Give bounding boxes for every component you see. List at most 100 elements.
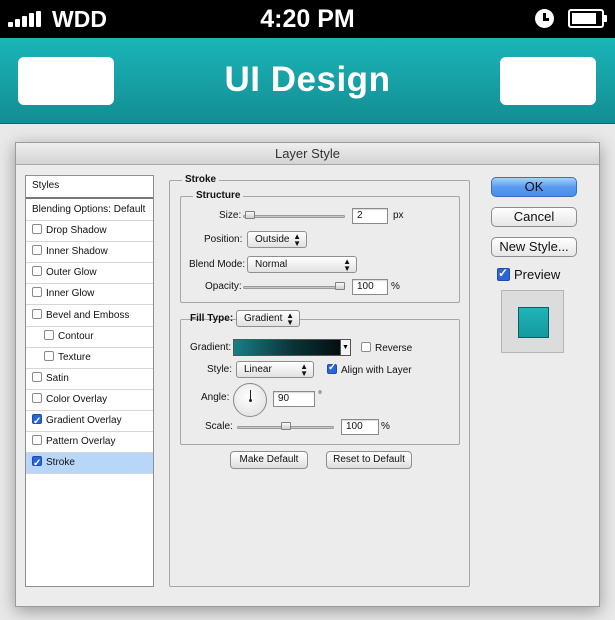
gradient-picker[interactable] — [233, 339, 341, 356]
style-checkbox[interactable] — [32, 287, 42, 298]
style-item-label: Bevel and Emboss — [46, 309, 130, 321]
size-label: Size: — [219, 210, 242, 221]
style-checkbox[interactable] — [32, 266, 42, 277]
style-item-bevel-and-emboss[interactable]: Bevel and Emboss — [26, 306, 153, 327]
dialog-title: Layer Style — [16, 143, 599, 165]
angle-input[interactable]: 90 — [273, 391, 315, 407]
opacity-slider[interactable] — [243, 286, 345, 289]
battery-tip — [604, 15, 607, 22]
style-preview — [501, 290, 564, 353]
angle-dial[interactable] — [233, 383, 267, 417]
style-item-label: Texture — [58, 351, 91, 363]
style-checkbox[interactable] — [32, 412, 42, 432]
reverse-checkbox-row[interactable]: Reverse — [361, 342, 412, 354]
gradient-dropdown-icon[interactable]: ▼ — [341, 339, 351, 356]
size-slider[interactable] — [243, 215, 345, 218]
style-value: Linear — [244, 364, 272, 375]
structure-group: Structure Size: 2 px Position: Outside ▲… — [180, 190, 460, 303]
blending-options-item[interactable]: Blending Options: Default — [26, 200, 153, 221]
style-item-label: Gradient Overlay — [46, 415, 122, 426]
style-item-inner-shadow[interactable]: Inner Shadow — [26, 242, 153, 264]
styles-list: Styles Blending Options: Default Drop Shad… — [25, 175, 154, 587]
style-item-label: Inner Shadow — [46, 246, 108, 258]
style-item-color-overlay[interactable]: Color Overlay — [26, 390, 153, 411]
status-time: 4:20 PM — [260, 5, 355, 33]
style-item-inner-glow[interactable]: Inner Glow — [26, 284, 153, 306]
preview-swatch — [518, 307, 549, 338]
select-arrows-icon: ▲ ▼ — [293, 232, 301, 248]
style-checkbox[interactable] — [32, 392, 42, 403]
style-item-label: Outer Glow — [46, 267, 97, 279]
style-item-label: Styles — [32, 180, 60, 191]
new-style-button[interactable]: New Style... — [491, 237, 577, 257]
style-item-texture[interactable]: Texture — [26, 348, 153, 369]
blend-mode-select[interactable]: Normal ▲ ▼ — [247, 256, 357, 273]
stroke-section: Stroke Structure Size: 2 px Position: Ou… — [169, 174, 470, 587]
scale-unit: % — [381, 421, 390, 432]
scale-slider-thumb[interactable] — [280, 422, 291, 430]
style-item-label: Pattern Overlay — [46, 436, 116, 448]
fill-group: Fill Type: Gradient ▲ ▼ Gradient: ▼ Rever… — [180, 310, 460, 445]
preview-label: Preview — [514, 267, 561, 282]
layer-style-dialog: Layer Style Styles Blending Options: Defa… — [15, 142, 600, 607]
style-item-label: Blending Options: Default — [32, 204, 146, 215]
style-checkbox[interactable] — [32, 371, 42, 382]
style-checkbox[interactable] — [32, 224, 42, 235]
fill-type-label: Fill Type: — [190, 313, 234, 324]
style-label: Style: — [207, 364, 233, 375]
style-checkbox[interactable] — [44, 350, 54, 361]
style-item-satin[interactable]: Satin — [26, 369, 153, 390]
angle-unit: ° — [318, 390, 322, 401]
gradient-label: Gradient: — [190, 342, 232, 353]
preview-checkbox[interactable] — [497, 266, 510, 281]
stroke-section-title: Stroke — [182, 174, 220, 185]
select-arrows-icon: ▲ ▼ — [343, 257, 351, 273]
ok-button[interactable]: OK — [491, 177, 577, 197]
style-item-label: Color Overlay — [46, 393, 108, 405]
style-checkbox[interactable] — [32, 435, 42, 446]
style-checkbox[interactable] — [32, 245, 42, 256]
select-arrows-icon: ▲ ▼ — [300, 362, 308, 378]
position-select[interactable]: Outside ▲ ▼ — [247, 231, 307, 248]
structure-title: Structure — [193, 190, 244, 201]
style-item-pattern-overlay[interactable]: Pattern Overlay — [26, 432, 153, 454]
scale-input[interactable]: 100 — [341, 419, 379, 435]
style-item-label: Satin — [46, 372, 69, 384]
align-checkbox-row[interactable]: Align with Layer — [327, 362, 412, 376]
style-select[interactable]: Linear ▲ ▼ — [236, 361, 314, 378]
scale-label: Scale: — [205, 421, 233, 432]
fill-type-value: Gradient — [244, 313, 283, 324]
position-label: Position: — [204, 234, 243, 245]
style-checkbox[interactable] — [32, 454, 42, 474]
opacity-slider-thumb[interactable] — [335, 282, 345, 290]
style-item-gradient-overlay[interactable]: Gradient Overlay — [26, 411, 153, 432]
reset-to-default-button[interactable]: Reset to Default — [326, 451, 412, 469]
opacity-unit: % — [391, 281, 400, 292]
size-input[interactable]: 2 — [352, 208, 388, 224]
cancel-button[interactable]: Cancel — [491, 207, 577, 227]
size-slider-thumb[interactable] — [244, 211, 255, 219]
align-label: Align with Layer — [341, 365, 412, 376]
header-right-button[interactable] — [500, 57, 596, 105]
make-default-button[interactable]: Make Default — [230, 451, 308, 469]
style-checkbox[interactable] — [32, 308, 42, 319]
style-item-outer-glow[interactable]: Outer Glow — [26, 263, 153, 285]
style-item-label: Stroke — [46, 457, 75, 469]
reverse-checkbox[interactable] — [361, 342, 371, 352]
blend-mode-value: Normal — [255, 259, 288, 270]
reverse-label: Reverse — [375, 343, 413, 354]
battery-icon — [568, 9, 604, 28]
opacity-input[interactable]: 100 — [352, 279, 388, 295]
position-value: Outside — [255, 234, 290, 245]
select-arrows-icon: ▲ ▼ — [286, 311, 294, 327]
style-item-contour[interactable]: Contour — [26, 327, 153, 348]
blend-mode-label: Blend Mode: — [189, 259, 246, 270]
style-item-stroke[interactable]: Stroke — [26, 453, 153, 475]
style-checkbox[interactable] — [44, 329, 54, 340]
fill-type-select[interactable]: Gradient ▲ ▼ — [236, 310, 300, 327]
align-with-layer-checkbox[interactable] — [327, 362, 337, 374]
styles-header: Styles — [26, 176, 153, 199]
status-bar: WDD 4:20 PM — [0, 0, 615, 38]
preview-checkbox-row[interactable]: Preview — [497, 266, 561, 282]
style-item-drop-shadow[interactable]: Drop Shadow — [26, 221, 153, 243]
